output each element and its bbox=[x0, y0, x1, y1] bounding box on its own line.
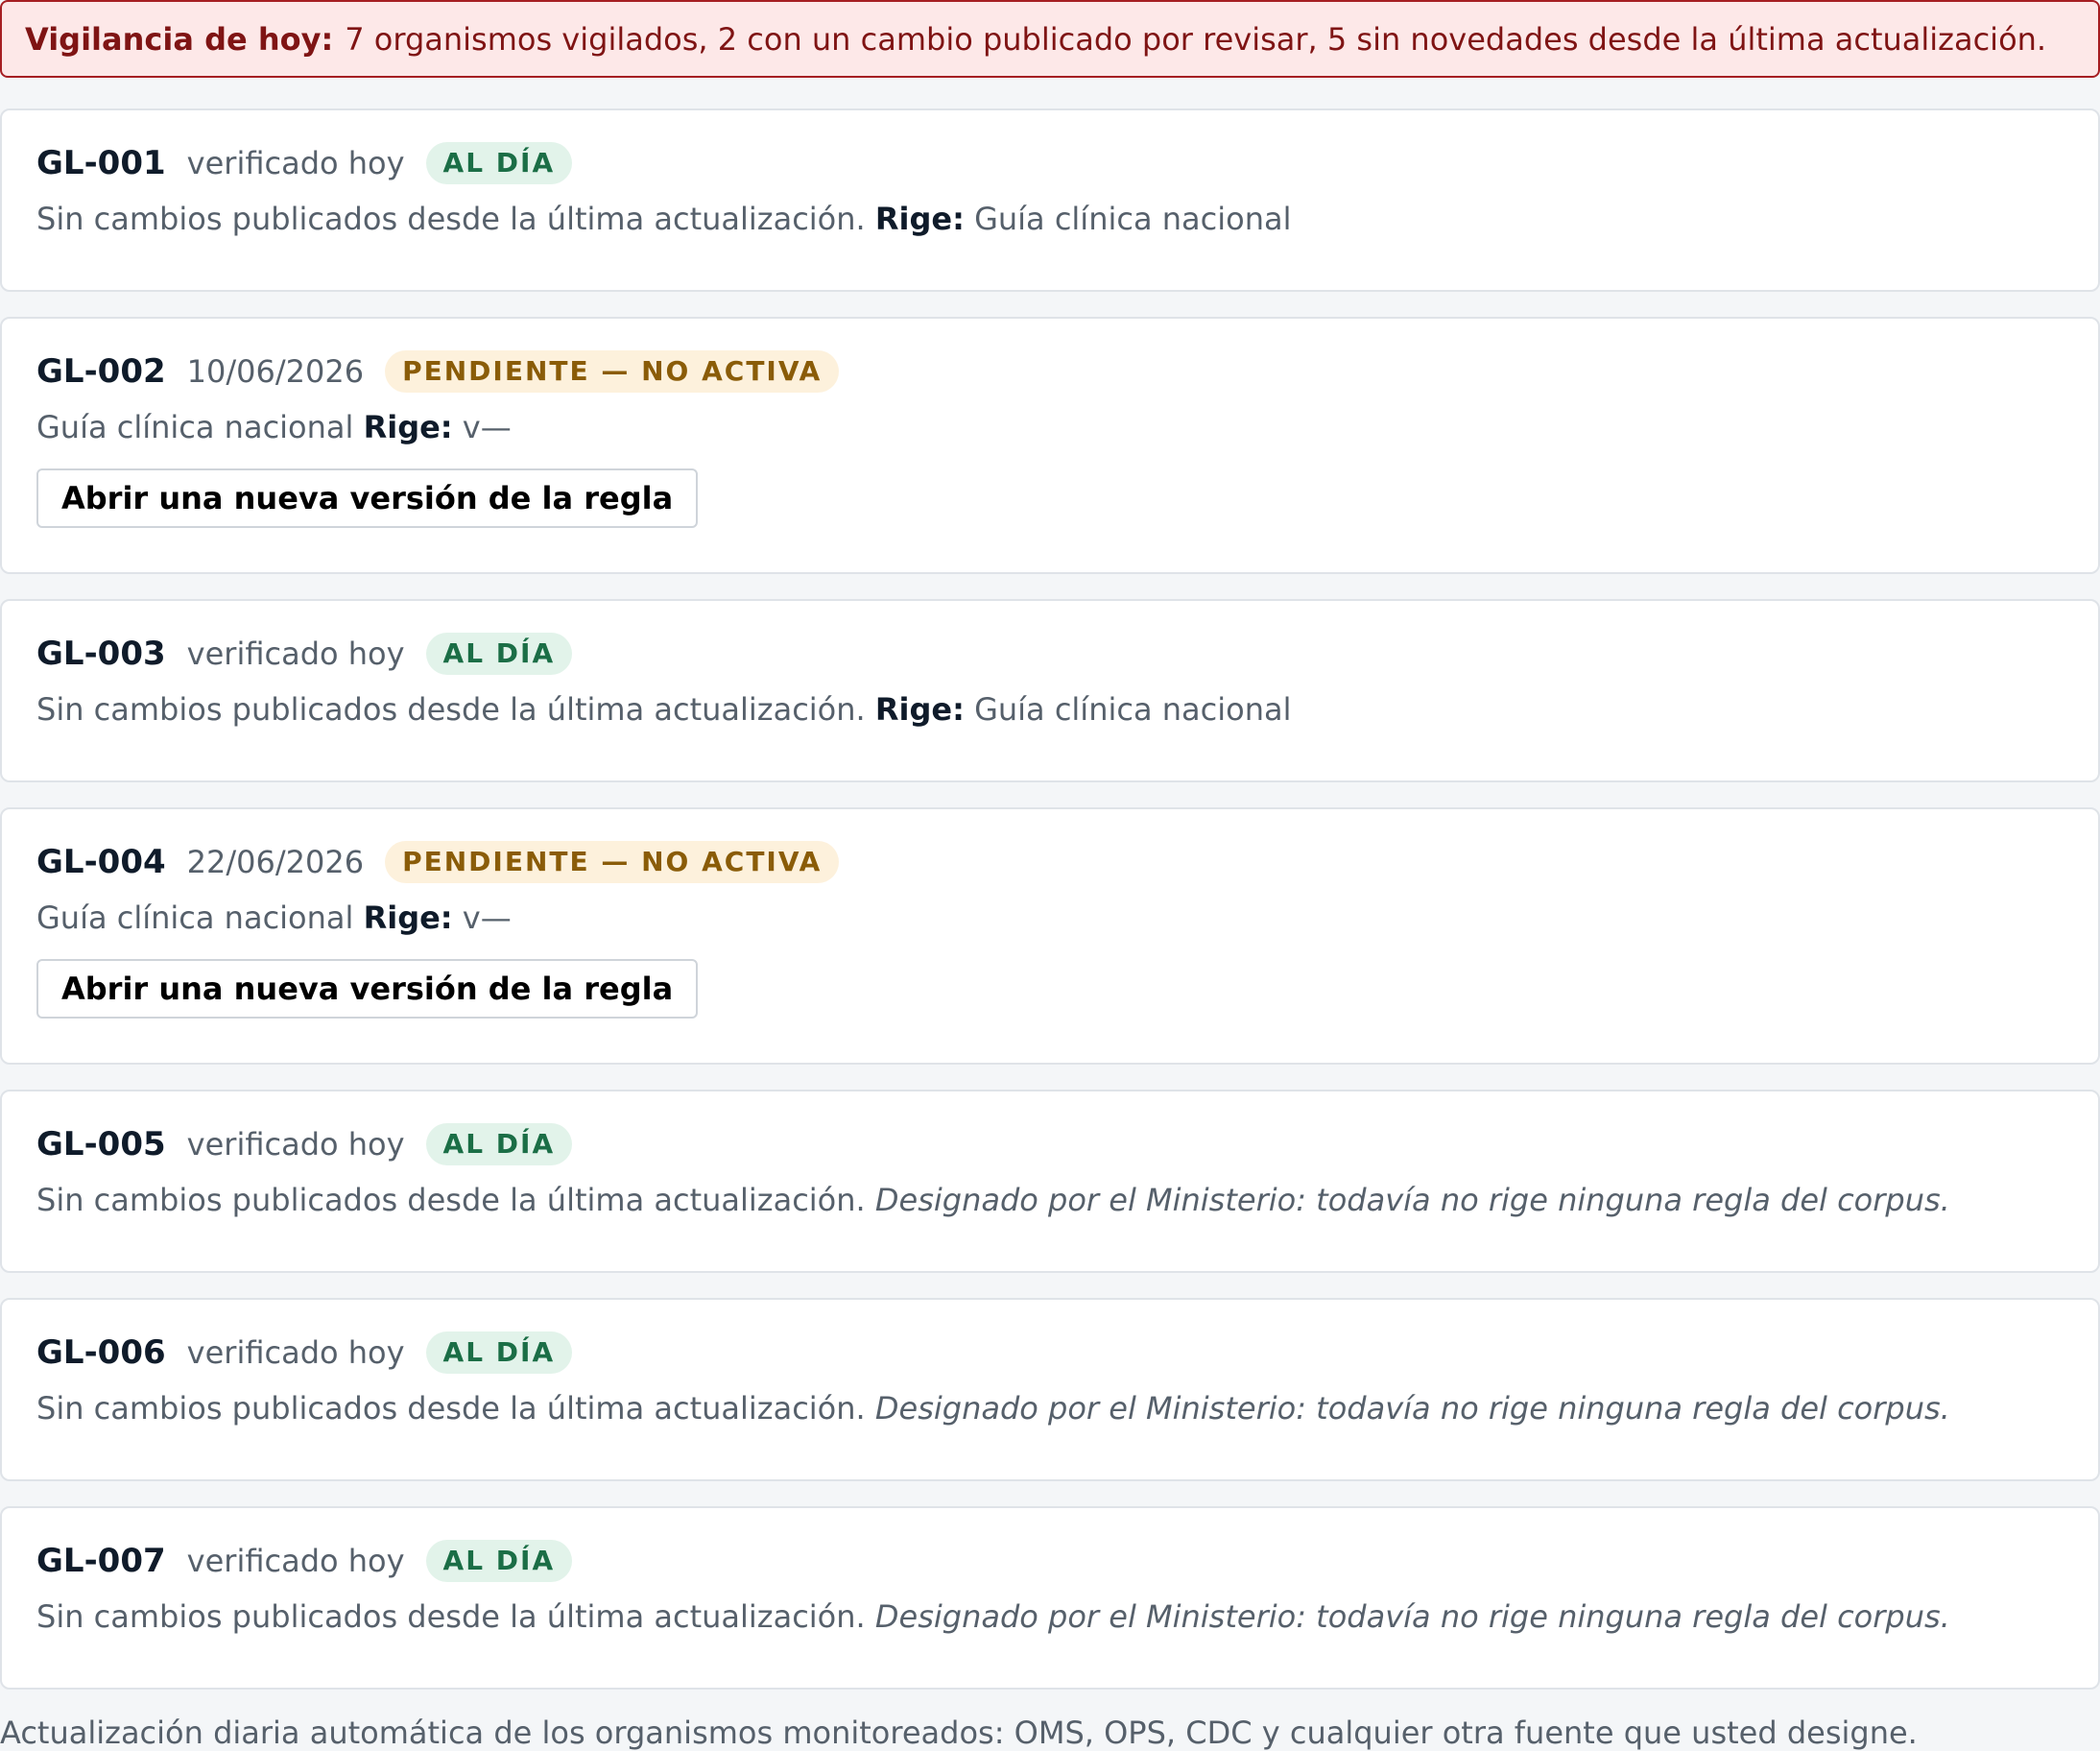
source-card-gl-002: GL-002 10/06/2026 PENDIENTE — NO ACTIVA … bbox=[0, 317, 2100, 574]
status-badge: PENDIENTE — NO ACTIVA bbox=[385, 841, 840, 883]
source-card-gl-001: GL-001 verificado hoy AL DÍA Sin cambios… bbox=[0, 108, 2100, 292]
source-card-gl-004: GL-004 22/06/2026 PENDIENTE — NO ACTIVA … bbox=[0, 807, 2100, 1065]
card-check-date: verificado hoy bbox=[186, 145, 405, 181]
status-badge: AL DÍA bbox=[425, 1123, 573, 1165]
status-badge: AL DÍA bbox=[425, 142, 573, 184]
card-check-date: verificado hoy bbox=[186, 636, 405, 672]
card-note: Designado por el Ministerio: todavía no … bbox=[874, 1598, 1950, 1635]
open-new-rule-version-button[interactable]: Abrir una nueva versión de la regla bbox=[36, 468, 699, 528]
banner-label: Vigilancia de hoy: bbox=[25, 20, 334, 58]
card-text: Guía clínica nacional bbox=[36, 899, 354, 936]
card-change-date: 22/06/2026 bbox=[186, 844, 365, 880]
card-code: GL-002 bbox=[36, 352, 166, 391]
card-check-date: verificado hoy bbox=[186, 1543, 405, 1579]
source-card-gl-007: GL-007 verificado hoy AL DÍA Sin cambios… bbox=[0, 1506, 2100, 1690]
rige-label: Rige: bbox=[363, 409, 453, 445]
card-code: GL-006 bbox=[36, 1333, 166, 1372]
status-badge: AL DÍA bbox=[425, 1540, 573, 1582]
card-code: GL-003 bbox=[36, 635, 166, 673]
card-detail: Sin cambios publicados desde la última a… bbox=[36, 1598, 2064, 1635]
card-detail: Sin cambios publicados desde la última a… bbox=[36, 1390, 2064, 1427]
card-code: GL-005 bbox=[36, 1125, 166, 1163]
card-note: Designado por el Ministerio: todavía no … bbox=[874, 1182, 1950, 1218]
card-detail: Sin cambios publicados desde la última a… bbox=[36, 201, 2064, 237]
open-new-rule-version-button[interactable]: Abrir una nueva versión de la regla bbox=[36, 959, 699, 1019]
card-text: Sin cambios publicados desde la última a… bbox=[36, 1182, 866, 1218]
rige-value: v— bbox=[462, 899, 512, 936]
rige-label: Rige: bbox=[874, 691, 965, 728]
rige-value: Guía clínica nacional bbox=[974, 201, 1292, 237]
status-badge: PENDIENTE — NO ACTIVA bbox=[385, 350, 840, 393]
card-text: Sin cambios publicados desde la última a… bbox=[36, 201, 866, 237]
card-change-date: 10/06/2026 bbox=[186, 353, 365, 390]
card-detail: Sin cambios publicados desde la última a… bbox=[36, 1182, 2064, 1218]
rige-label: Rige: bbox=[874, 201, 965, 237]
card-text: Guía clínica nacional bbox=[36, 409, 354, 445]
card-check-date: verificado hoy bbox=[186, 1126, 405, 1163]
rige-value: Guía clínica nacional bbox=[974, 691, 1292, 728]
rige-label: Rige: bbox=[363, 899, 453, 936]
watch-page: Vigilancia de hoy: 7 organismos vigilado… bbox=[0, 0, 2100, 1751]
card-code: GL-007 bbox=[36, 1542, 166, 1580]
banner-text: 7 organismos vigilados, 2 con un cambio … bbox=[345, 20, 2047, 58]
card-text: Sin cambios publicados desde la última a… bbox=[36, 691, 866, 728]
card-text: Sin cambios publicados desde la última a… bbox=[36, 1598, 866, 1635]
status-badge: AL DÍA bbox=[425, 1331, 573, 1374]
card-detail: Guía clínica nacional Rige: v— bbox=[36, 409, 2064, 445]
card-code: GL-001 bbox=[36, 144, 166, 182]
source-card-gl-005: GL-005 verificado hoy AL DÍA Sin cambios… bbox=[0, 1090, 2100, 1273]
source-card-gl-003: GL-003 verificado hoy AL DÍA Sin cambios… bbox=[0, 599, 2100, 782]
card-code: GL-004 bbox=[36, 843, 166, 881]
daily-watch-banner: Vigilancia de hoy: 7 organismos vigilado… bbox=[0, 0, 2100, 78]
source-card-gl-006: GL-006 verificado hoy AL DÍA Sin cambios… bbox=[0, 1298, 2100, 1481]
card-check-date: verificado hoy bbox=[186, 1334, 405, 1371]
card-note: Designado por el Ministerio: todavía no … bbox=[874, 1390, 1950, 1427]
card-text: Sin cambios publicados desde la última a… bbox=[36, 1390, 866, 1427]
card-detail: Sin cambios publicados desde la última a… bbox=[36, 691, 2064, 728]
rige-value: v— bbox=[462, 409, 512, 445]
card-detail: Guía clínica nacional Rige: v— bbox=[36, 899, 2064, 936]
status-badge: AL DÍA bbox=[425, 633, 573, 675]
footer-note: Actualización diaria automática de los o… bbox=[0, 1715, 1918, 1751]
